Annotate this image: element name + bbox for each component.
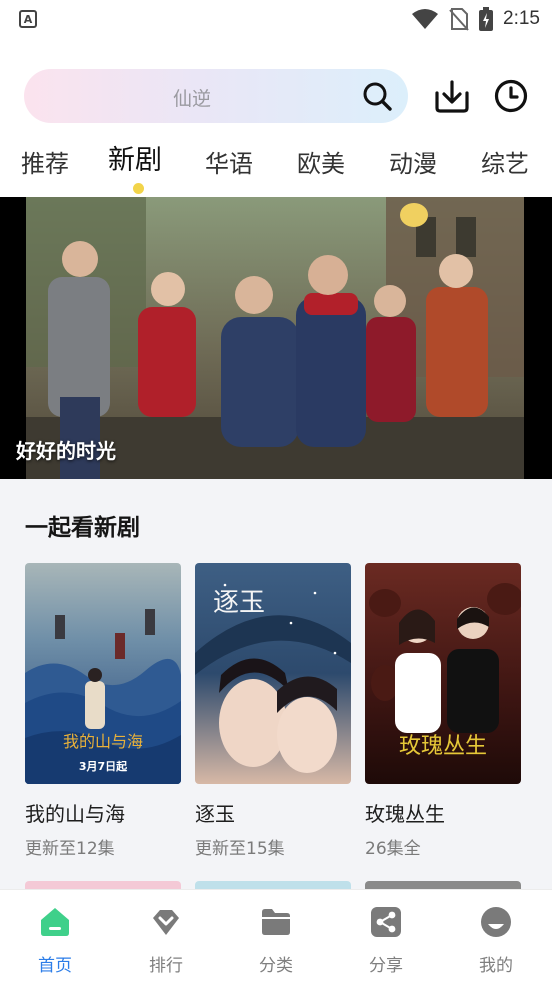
nav-profile-label: 我的 (479, 956, 513, 976)
nav-home-label: 首页 (38, 956, 72, 976)
home-icon (41, 908, 69, 936)
featured-banner[interactable]: 好好的时光 (0, 197, 552, 479)
no-sim-icon (449, 8, 469, 31)
wifi-icon (412, 9, 439, 29)
card-title: 玫瑰丛生 (365, 802, 445, 826)
poster-image: 逐玉 (195, 563, 351, 784)
nav-ranking-label: 排行 (149, 956, 183, 976)
nav-share[interactable]: 分享 (331, 890, 441, 983)
search-row: 仙逆 (24, 69, 534, 123)
card-title: 逐玉 (195, 802, 235, 826)
drama-card[interactable]: 逐玉 逐玉 更新至15集 (195, 563, 351, 859)
drama-card[interactable]: 我的山与海 3月7日起 我的山与海 更新至12集 (25, 563, 181, 859)
poster-title-text: 我的山与海 (63, 732, 143, 751)
tab-recommended[interactable]: 推荐 (21, 144, 69, 179)
battery-charging-icon (479, 7, 494, 31)
poster-title-text: 逐玉 (213, 588, 265, 618)
profile-icon (481, 907, 511, 937)
tab-anime[interactable]: 动漫 (389, 144, 437, 179)
bottom-navigation: 首页 排行 分类 分享 我的 (0, 889, 552, 983)
tab-new-dramas[interactable]: 新剧 (108, 138, 162, 177)
tab-western[interactable]: 欧美 (297, 144, 345, 179)
app-notification-icon: A (19, 10, 37, 28)
nav-home[interactable]: 首页 (0, 890, 110, 983)
card-episode-status: 26集全 (365, 839, 421, 859)
drama-card[interactable]: 玫瑰丛生 玫瑰丛生 26集全 (365, 563, 521, 859)
banner-caption: 好好的时光 (16, 439, 116, 463)
nav-share-label: 分享 (369, 956, 403, 976)
share-icon (371, 907, 401, 937)
poster-title-text: 玫瑰丛生 (399, 734, 487, 759)
poster-image: 玫瑰丛生 (365, 563, 521, 784)
app-icon-letter: A (23, 12, 33, 26)
search-input[interactable]: 仙逆 (24, 69, 408, 123)
poster-image: 我的山与海 3月7日起 (25, 563, 181, 784)
nav-category[interactable]: 分类 (221, 890, 331, 983)
status-bar: A 2:15 (0, 0, 552, 38)
download-icon[interactable] (434, 79, 470, 113)
search-icon[interactable] (362, 81, 392, 111)
nav-ranking[interactable]: 排行 (111, 890, 221, 983)
poster-date-text: 3月7日起 (79, 759, 128, 773)
card-title: 我的山与海 (25, 802, 125, 826)
card-episode-status: 更新至12集 (25, 839, 115, 859)
search-placeholder: 仙逆 (172, 88, 211, 110)
tab-variety[interactable]: 综艺 (481, 144, 529, 179)
active-tab-indicator (133, 183, 144, 194)
nav-profile[interactable]: 我的 (441, 890, 551, 983)
ranking-icon (153, 910, 179, 935)
tab-chinese[interactable]: 华语 (205, 144, 253, 179)
folder-icon (262, 909, 290, 935)
card-episode-status: 更新至15集 (195, 839, 285, 859)
section-title: 一起看新剧 (25, 515, 140, 541)
status-time: 2:15 (503, 8, 540, 29)
status-icons: 2:15 (411, 6, 540, 32)
category-tabs: 推荐 新剧 华语 欧美 动漫 综艺 (0, 140, 552, 190)
history-icon[interactable] (494, 79, 528, 113)
nav-category-label: 分类 (259, 956, 293, 976)
